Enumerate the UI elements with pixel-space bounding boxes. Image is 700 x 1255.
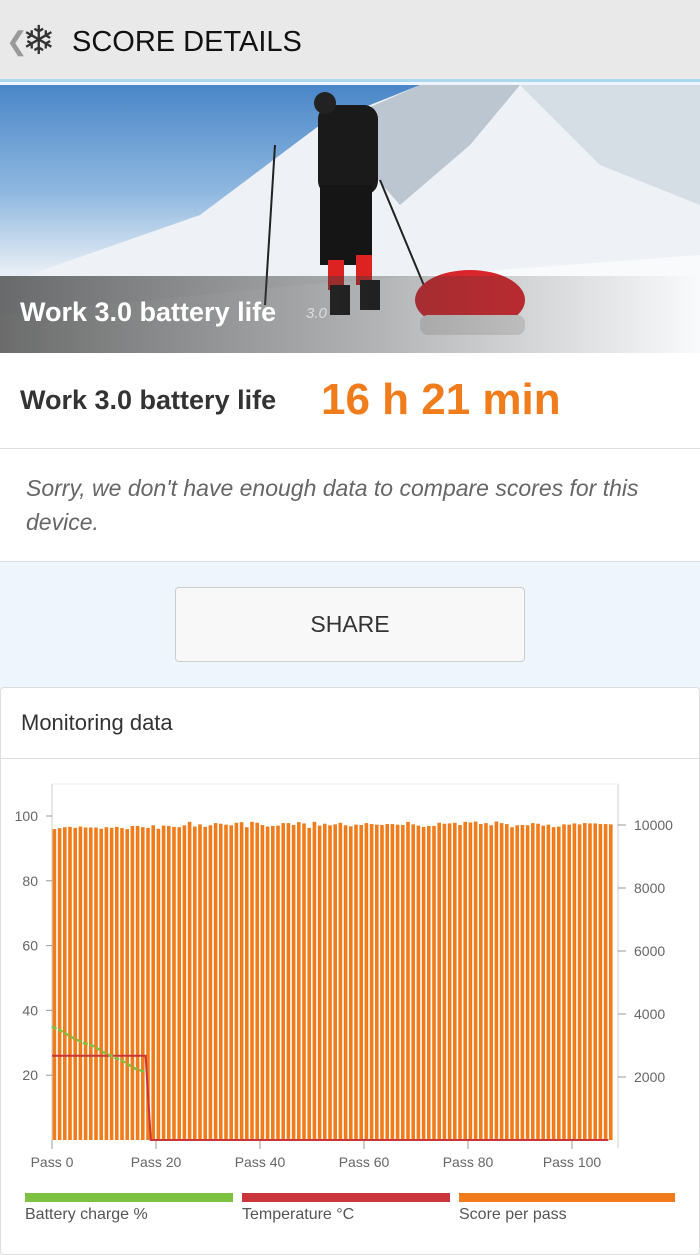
legend-temperature: Temperature °C: [242, 1206, 355, 1223]
result-label: Work 3.0 battery life: [20, 385, 277, 415]
hero-image: Work 3.0 battery life 3.0: [0, 85, 700, 353]
monitoring-card: Monitoring data: [0, 687, 700, 1255]
legend-battery: Battery charge %: [25, 1206, 148, 1223]
legend-swatch-battery: [25, 1193, 233, 1202]
hero-title: Work 3.0 battery life: [20, 297, 277, 327]
legend-swatch-score: [459, 1193, 675, 1202]
divider: [1, 758, 700, 759]
hero-version: 3.0: [306, 305, 327, 322]
top-bar: ❮ ❄ SCORE DETAILS: [0, 0, 700, 82]
divider: [0, 448, 700, 449]
page-title: SCORE DETAILS: [72, 26, 302, 58]
legend-score: Score per pass: [459, 1206, 567, 1223]
monitoring-title: Monitoring data: [21, 710, 173, 735]
result-card: Work 3.0 battery life 16 h 21 min Sorry,…: [0, 353, 700, 562]
share-button[interactable]: SHARE: [175, 587, 525, 662]
legend-swatch-temperature: [242, 1193, 450, 1202]
snowflake-icon: ❄: [22, 19, 56, 63]
comparison-message: Sorry, we don't have enough data to comp…: [26, 475, 639, 535]
result-value: 16 h 21 min: [321, 375, 561, 424]
